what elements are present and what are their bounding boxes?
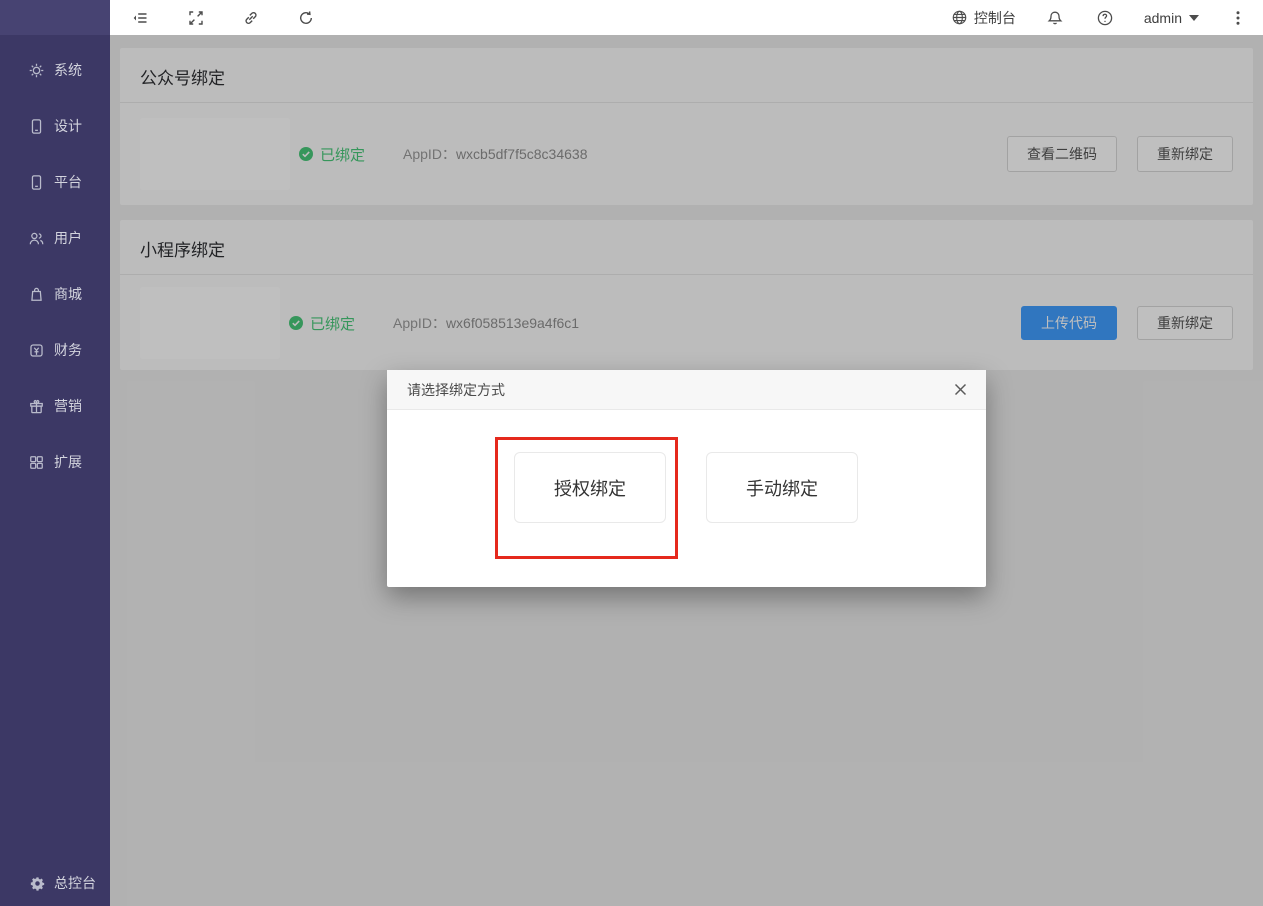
help-icon[interactable] [1094,7,1116,29]
grid-icon [28,454,45,471]
binding-method-dialog: 请选择绑定方式 授权绑定 手动绑定 [387,370,986,587]
console-button[interactable]: 控制台 [951,8,1016,28]
admin-dropdown[interactable]: admin [1144,10,1199,26]
manual-binding-option[interactable]: 手动绑定 [706,452,858,523]
console-label: 控制台 [974,8,1016,28]
sidebar-item-label: 设计 [54,116,82,136]
topbar-left-icons [130,7,317,29]
sidebar-item-label: 用户 [54,228,82,248]
gear-icon [28,62,45,79]
mobile-icon [28,118,45,135]
users-icon [28,230,45,247]
sidebar-item-label: 平台 [54,172,82,192]
sidebar-item-label: 营销 [54,396,82,416]
dialog-header: 请选择绑定方式 [387,370,986,410]
bell-icon[interactable] [1044,7,1066,29]
sidebar-nav: 系统 设计 平台 用户 [0,35,110,490]
topbar: 控制台 admin [110,0,1263,35]
dialog-title: 请选择绑定方式 [407,380,505,400]
yuan-icon [28,342,45,359]
chevron-down-icon [1189,15,1199,21]
sidebar-item-label: 扩展 [54,452,82,472]
gift-icon [28,398,45,415]
sidebar-item-finance[interactable]: 财务 [0,322,110,378]
sidebar: 系统 设计 平台 用户 [0,0,110,906]
topbar-right: 控制台 admin [951,7,1249,29]
fullscreen-icon[interactable] [185,7,207,29]
refresh-icon[interactable] [295,7,317,29]
shop-bag-icon [28,286,45,303]
auth-binding-option[interactable]: 授权绑定 [514,452,666,523]
mobile-icon [28,174,45,191]
sidebar-item-users[interactable]: 用户 [0,210,110,266]
kebab-menu-icon[interactable] [1227,7,1249,29]
collapse-sidebar-icon[interactable] [130,7,152,29]
sidebar-item-marketing[interactable]: 营销 [0,378,110,434]
sidebar-item-label: 系统 [54,60,82,80]
sidebar-item-console[interactable]: 总控台 [0,862,110,904]
dialog-body: 授权绑定 手动绑定 [387,410,986,587]
sidebar-item-label: 商城 [54,284,82,304]
solid-gear-icon [30,876,45,891]
sidebar-item-design[interactable]: 设计 [0,98,110,154]
logo-area[interactable] [0,0,110,35]
sidebar-footer-label: 总控台 [54,873,96,893]
admin-username: admin [1144,10,1182,26]
sidebar-item-system[interactable]: 系统 [0,42,110,98]
sidebar-item-mall[interactable]: 商城 [0,266,110,322]
sidebar-item-platform[interactable]: 平台 [0,154,110,210]
link-icon[interactable] [240,7,262,29]
sidebar-item-extension[interactable]: 扩展 [0,434,110,490]
close-icon[interactable] [951,380,970,399]
globe-icon [951,9,968,26]
app-root: 系统 设计 平台 用户 [0,0,1263,906]
sidebar-item-label: 财务 [54,340,82,360]
